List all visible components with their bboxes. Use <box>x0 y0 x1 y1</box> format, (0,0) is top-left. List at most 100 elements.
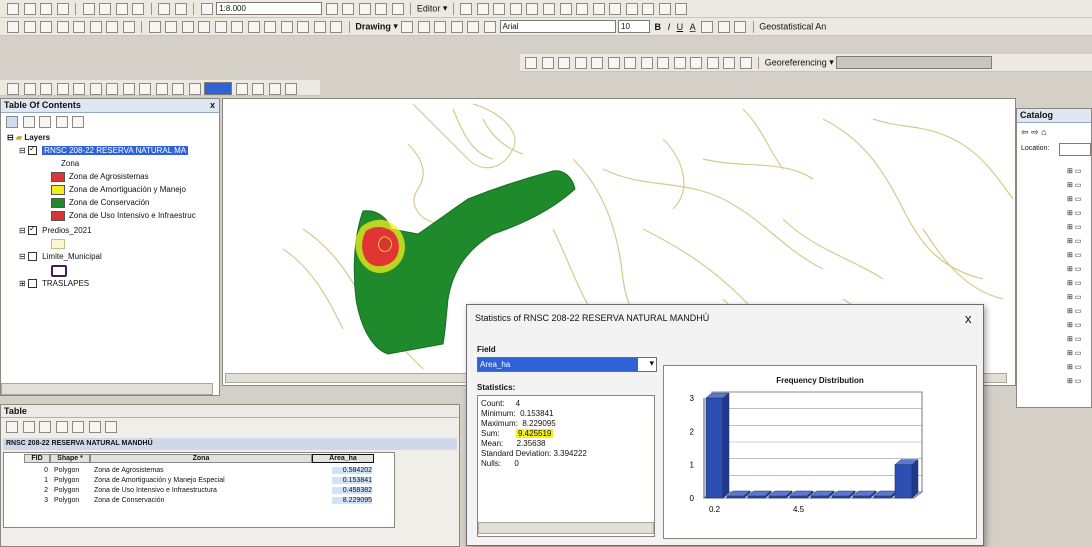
catalog-tree-item[interactable]: ⊞ ▭ <box>1067 223 1092 233</box>
catalog-tree-item[interactable]: ⊞ ▭ <box>1067 377 1092 387</box>
layer-visibility-checkbox[interactable] <box>27 252 37 262</box>
georef-tool-icon-11[interactable] <box>690 56 703 69</box>
clear-selection-icon[interactable] <box>165 20 178 33</box>
font-select[interactable]: Arial <box>499 20 616 33</box>
print-icon[interactable] <box>56 2 69 15</box>
toc-layer-limite[interactable]: ⊟ Limite_Municipal <box>19 252 102 262</box>
edit-annotation-icon[interactable] <box>476 2 489 15</box>
toc-layer-traslapes[interactable]: ⊞ TRASLAPES <box>19 279 89 289</box>
georef-tool-icon-14[interactable] <box>739 56 752 69</box>
layout-tool-icon-3[interactable] <box>40 82 53 95</box>
table-row-0-zona[interactable]: Zona de Agrosistemas <box>94 467 164 474</box>
add-data-icon[interactable] <box>200 2 213 15</box>
paste-icon[interactable] <box>115 2 128 15</box>
table-row-0-fid[interactable]: 0 <box>28 467 48 474</box>
table-row-3-area[interactable]: 8.229095 <box>332 497 372 504</box>
catalog-tree-item[interactable]: ⊞ ▭ <box>1067 181 1092 191</box>
column-header-zona[interactable]: Zona <box>90 454 312 463</box>
goto-xy-icon[interactable] <box>297 20 310 33</box>
georef-tool-icon-12[interactable] <box>706 56 719 69</box>
bold-button[interactable]: B <box>655 22 662 32</box>
georef-tool-icon-2[interactable] <box>541 56 554 69</box>
table-row-0-area[interactable]: 0.584202 <box>332 467 372 474</box>
table-row-2-zona[interactable]: Zona de Uso Intensivo e Infraestructura <box>94 487 217 494</box>
forward-icon[interactable]: ⇨ <box>1031 127 1039 137</box>
layout-tool-icon-12[interactable] <box>188 82 201 95</box>
table-row-1-fid[interactable]: 1 <box>28 477 48 484</box>
catalog-tree-item[interactable]: ⊞ ▭ <box>1067 265 1092 275</box>
line-color-icon[interactable] <box>717 20 730 33</box>
zoom-out-icon[interactable] <box>23 20 36 33</box>
table-row-2-area[interactable]: 0.458382 <box>332 487 372 494</box>
toc-layers-group[interactable]: ⊟ ▰ Layers <box>7 133 50 142</box>
fixed-zoom-out-icon[interactable] <box>89 20 102 33</box>
table-row-3-shape[interactable]: Polygon <box>54 497 79 504</box>
drawing-select-icon[interactable] <box>401 20 414 33</box>
editor-menu[interactable]: Editor <box>417 4 441 14</box>
catalog-tree-item[interactable]: ⊞ ▭ <box>1067 279 1092 289</box>
layout-tool-icon-14[interactable] <box>252 82 265 95</box>
font-color-button[interactable]: A <box>690 22 696 32</box>
layer-visibility-checkbox[interactable] <box>27 224 37 236</box>
attributes-icon[interactable] <box>642 2 655 15</box>
georef-tool-icon-6[interactable] <box>607 56 620 69</box>
edit-tool-icon[interactable] <box>460 2 473 15</box>
back-icon[interactable]: ⇦ <box>1021 127 1029 137</box>
georef-tool-icon-13[interactable] <box>723 56 736 69</box>
toc-layer-predios[interactable]: ⊟ Predios_2021 <box>19 224 92 236</box>
close-icon[interactable]: x <box>210 100 215 110</box>
find-route-icon[interactable] <box>280 20 293 33</box>
zoom-to-selected-icon[interactable] <box>88 421 101 433</box>
cut-icon[interactable] <box>82 2 95 15</box>
sketch-properties-icon[interactable] <box>658 2 671 15</box>
catalog-location-field[interactable] <box>1059 143 1091 156</box>
georef-tool-icon-10[interactable] <box>673 56 686 69</box>
select-elements-icon[interactable] <box>181 20 194 33</box>
statistics-scrollbar[interactable] <box>478 522 654 534</box>
table-row-0-shape[interactable]: Polygon <box>54 467 79 474</box>
catalog-window-icon[interactable] <box>342 2 355 15</box>
table-row-1-shape[interactable]: Polygon <box>54 477 79 484</box>
fixed-zoom-in-icon[interactable] <box>73 20 86 33</box>
rotate-icon[interactable] <box>625 2 638 15</box>
layout-tool-icon-5[interactable] <box>73 82 86 95</box>
catalog-tree-item[interactable]: ⊞ ▭ <box>1067 195 1092 205</box>
geostatistical-analyst-menu[interactable]: Geostatistical An <box>759 22 826 32</box>
create-viewer-icon[interactable] <box>330 20 343 33</box>
georef-tool-icon-5[interactable] <box>591 56 604 69</box>
toc-horizontal-scrollbar[interactable] <box>1 383 213 395</box>
options-icon[interactable] <box>72 116 85 128</box>
chevron-down-icon[interactable]: ▾ <box>443 3 448 13</box>
trace-icon[interactable] <box>526 2 539 15</box>
column-header-area[interactable]: Area_ha <box>312 454 374 463</box>
save-icon[interactable] <box>40 2 53 15</box>
switch-selection-icon[interactable] <box>55 421 68 433</box>
straight-segment-icon[interactable] <box>493 2 506 15</box>
open-icon[interactable] <box>23 2 36 15</box>
layer-main-label[interactable]: RNSC 208-22 RESERVA NATURAL MA <box>42 146 189 155</box>
forward-icon[interactable] <box>122 20 135 33</box>
undo-icon[interactable] <box>158 2 171 15</box>
cut-polygons-icon[interactable] <box>592 2 605 15</box>
scale-field[interactable]: 1:8.000 <box>216 2 323 15</box>
zoom-whole-page-icon[interactable] <box>434 20 447 33</box>
marker-color-icon[interactable] <box>734 20 747 33</box>
catalog-tree-item[interactable]: ⊞ ▭ <box>1067 167 1092 177</box>
select-features-icon[interactable] <box>148 20 161 33</box>
measure-icon[interactable] <box>247 20 260 33</box>
catalog-tree-item[interactable]: ⊞ ▭ <box>1067 237 1092 247</box>
catalog-tree-item[interactable]: ⊞ ▭ <box>1067 349 1092 359</box>
layout-tool-icon-4[interactable] <box>56 82 69 95</box>
redo-icon[interactable] <box>174 2 187 15</box>
table-row-2-fid[interactable]: 2 <box>28 487 48 494</box>
edit-vertices-icon[interactable] <box>559 2 572 15</box>
georeferencing-menu[interactable]: Georeferencing <box>765 58 827 68</box>
table-row-3-zona[interactable]: Zona de Conservación <box>94 497 164 504</box>
chevron-down-icon[interactable]: ▾ <box>649 358 654 369</box>
table-row-2-shape[interactable]: Polygon <box>54 487 79 494</box>
search-window-icon[interactable] <box>358 2 371 15</box>
text-icon[interactable] <box>467 20 480 33</box>
layer-visibility-checkbox[interactable] <box>27 144 37 156</box>
arctoolbox-icon[interactable] <box>391 2 404 15</box>
identify-icon[interactable] <box>198 20 211 33</box>
